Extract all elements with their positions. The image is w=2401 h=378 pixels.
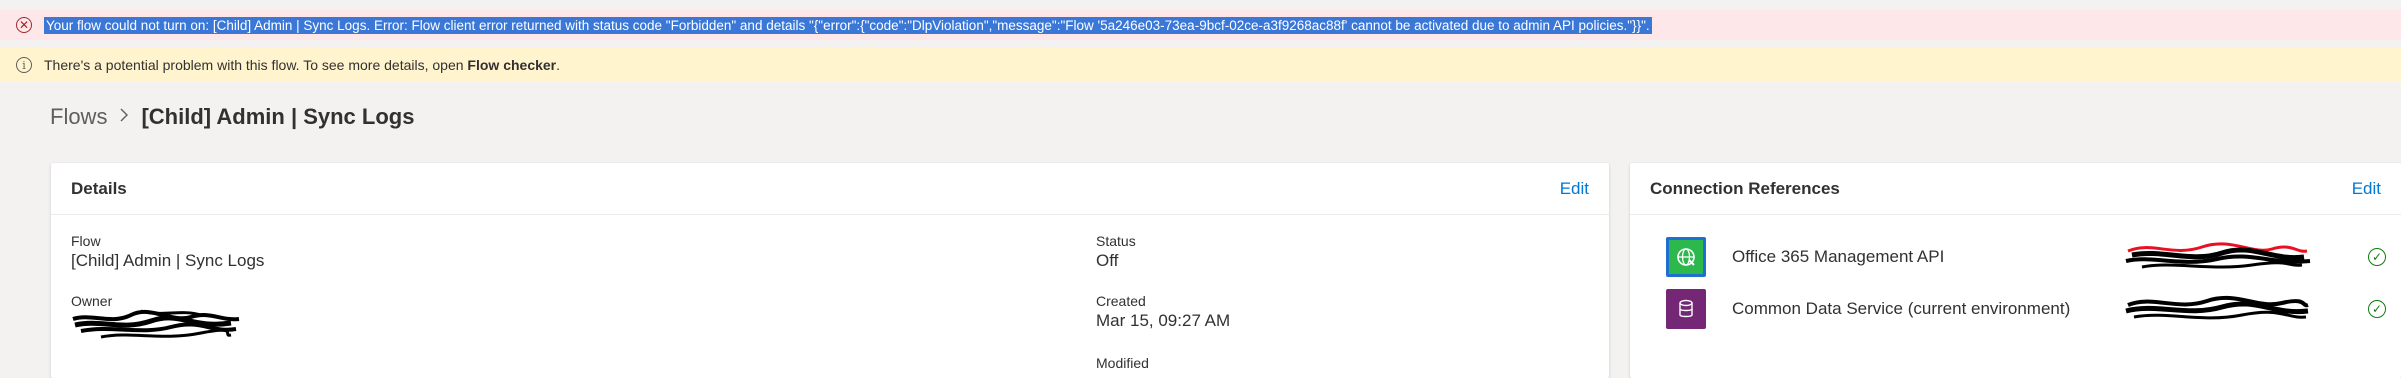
flow-checker-link[interactable]: Flow checker <box>467 57 556 73</box>
modified-label: Modified <box>1096 355 1149 371</box>
breadcrumb-flows-link[interactable]: Flows <box>50 104 107 130</box>
status-label: Status <box>1096 233 1136 249</box>
details-card-header: Details Edit <box>51 163 1609 215</box>
created-field: Created Mar 15, 09:27 AM <box>1096 293 1230 331</box>
breadcrumb: Flows [Child] Admin | Sync Logs <box>50 104 414 130</box>
flow-value: [Child] Admin | Sync Logs <box>71 251 265 270</box>
connection-references-header: Connection References Edit <box>1630 163 2401 215</box>
connection-item-office365[interactable]: Office 365 Management API ✓ <box>1666 235 2386 279</box>
status-field: Status Off <box>1096 233 1136 271</box>
warning-message-text: There's a potential problem with this fl… <box>44 57 560 73</box>
modified-field: Modified <box>1096 355 1149 371</box>
database-icon <box>1666 289 1706 329</box>
created-value: Mar 15, 09:27 AM <box>1096 311 1231 330</box>
warning-text: There's a potential problem with this fl… <box>44 57 468 73</box>
status-value: Off <box>1096 251 1119 270</box>
connection-references-edit-button[interactable]: Edit <box>2352 179 2381 199</box>
flow-field: Flow [Child] Admin | Sync Logs <box>71 233 264 271</box>
details-card: Details Edit Flow [Child] Admin | Sync L… <box>51 163 1609 378</box>
error-message-text: Your flow could not turn on: [Child] Adm… <box>44 16 1652 34</box>
details-title: Details <box>71 178 127 198</box>
connection-references-title: Connection References <box>1650 178 1840 198</box>
owner-redaction-scribble <box>72 309 240 339</box>
page-title: [Child] Admin | Sync Logs <box>141 104 415 129</box>
connection-name: Office 365 Management API <box>1732 247 1945 266</box>
error-circle-icon: ✕ <box>16 17 32 33</box>
flow-label: Flow <box>71 233 101 249</box>
error-message-bar: ✕ Your flow could not turn on: [Child] A… <box>0 10 2401 40</box>
connection-item-cds[interactable]: Common Data Service (current environment… <box>1666 287 2386 331</box>
warning-message-bar: i There's a potential problem with this … <box>0 48 2401 82</box>
warning-suffix: . <box>556 57 561 73</box>
check-circle-icon: ✓ <box>2368 248 2386 266</box>
office365-management-icon <box>1666 237 1706 277</box>
connection-references-card: Connection References Edit Office 365 Ma… <box>1630 163 2401 378</box>
info-icon: i <box>16 57 32 73</box>
chevron-right-icon <box>119 107 129 128</box>
created-label: Created <box>1096 293 1146 309</box>
owner-field: Owner <box>71 293 241 352</box>
connection-redaction-scribble <box>2125 242 2311 269</box>
connection-name: Common Data Service (current environment… <box>1732 299 2071 318</box>
connection-redaction-scribble <box>2125 295 2309 320</box>
details-edit-button[interactable]: Edit <box>1560 179 1589 199</box>
check-circle-icon: ✓ <box>2368 300 2386 318</box>
